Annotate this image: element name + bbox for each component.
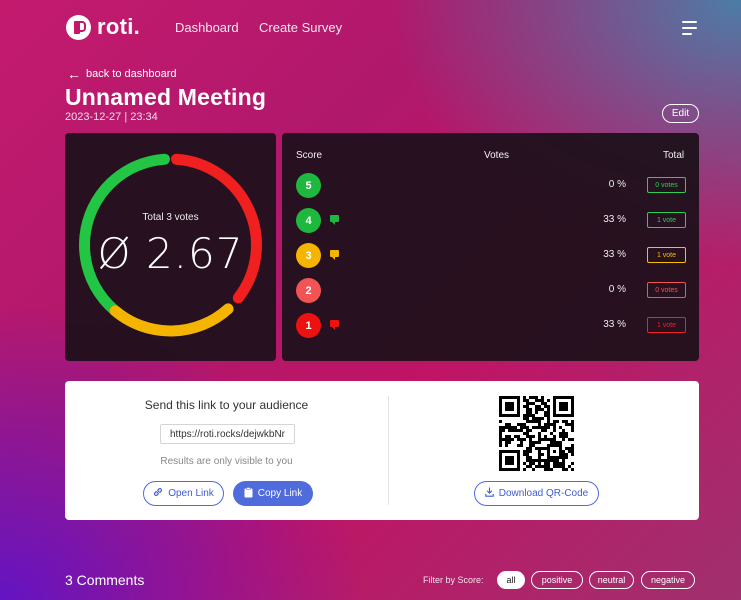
arrow-left-icon: ←: [67, 66, 81, 82]
clipboard-icon: [244, 486, 253, 501]
vote-row: 4 33 % 1 vote: [296, 208, 686, 233]
vote-row: 3 33 % 1 vote: [296, 243, 686, 268]
gauge-average: Ø 2.67: [97, 229, 244, 278]
score-circle: 5: [296, 173, 321, 198]
vote-row: 2 0 % 0 votes: [296, 278, 686, 303]
back-to-dashboard-link[interactable]: ← back to dashboard: [67, 66, 177, 82]
vote-percent: 33 %: [603, 319, 626, 330]
gauge-panel: Total 3 votes Ø 2.67: [65, 133, 276, 361]
filter-negative[interactable]: negative: [641, 571, 695, 589]
download-icon: [485, 487, 494, 500]
filter-all[interactable]: all: [497, 571, 525, 589]
open-link-button[interactable]: Open Link: [143, 481, 224, 506]
nav-create-survey[interactable]: Create Survey: [259, 20, 342, 35]
vote-percent: 0 %: [608, 284, 626, 295]
vote-count-badge: 1 vote: [647, 247, 686, 263]
open-link-label: Open Link: [168, 488, 214, 499]
vote-count-badge: 0 votes: [647, 177, 686, 193]
share-card: Send this link to your audience https://…: [65, 381, 699, 520]
gauge-neutral-arc: [109, 303, 234, 337]
header-score: Score: [296, 150, 323, 161]
copy-link-button[interactable]: Copy Link: [233, 481, 313, 506]
share-divider: [388, 396, 389, 505]
vote-row: 5 0 % 0 votes: [296, 173, 686, 198]
share-url-field[interactable]: https://roti.rocks/dejwkbNr: [160, 424, 295, 444]
vote-count-badge: 0 votes: [647, 282, 686, 298]
download-qr-button[interactable]: Download QR-Code: [474, 481, 599, 506]
roti-logo-icon: [66, 14, 91, 40]
score-circle: 4: [296, 208, 321, 233]
link-icon: [153, 487, 163, 500]
filter-neutral[interactable]: neutral: [589, 571, 634, 589]
share-note: Results are only visible to you: [160, 456, 293, 467]
header-votes: Votes: [484, 150, 510, 161]
vote-row: 1 33 % 1 vote: [296, 313, 686, 338]
vote-percent: 0 %: [608, 179, 626, 190]
filter-positive[interactable]: positive: [531, 571, 583, 589]
header-total: Total: [663, 150, 685, 161]
edit-button[interactable]: Edit: [662, 104, 699, 123]
copy-link-label: Copy Link: [257, 488, 303, 499]
nav-dashboard[interactable]: Dashboard: [175, 20, 239, 35]
filter-label: Filter by Score:: [423, 575, 484, 585]
meeting-datetime: 2023-12-27 | 23:34: [65, 111, 158, 123]
comment-icon: [330, 215, 339, 225]
menu-icon[interactable]: [682, 21, 697, 39]
vote-percent: 33 %: [603, 214, 626, 225]
gauge-total-votes: Total 3 votes: [142, 212, 199, 223]
logo-text: roti.: [97, 14, 141, 39]
score-circle: 2: [296, 278, 321, 303]
score-circle: 1: [296, 313, 321, 338]
comments-title: 3 Comments: [65, 572, 145, 588]
comment-icon: [330, 250, 339, 260]
page-title: Unnamed Meeting: [65, 84, 267, 110]
votes-panel: Score Votes Total 5 0 % 0 votes 4 33 % 1 vote…: [282, 133, 699, 361]
share-title: Send this link to your audience: [144, 398, 309, 412]
comment-icon: [330, 320, 339, 330]
vote-count-badge: 1 vote: [647, 317, 686, 333]
vote-count-badge: 1 vote: [647, 212, 686, 228]
download-label: Download QR-Code: [498, 488, 589, 499]
qr-code: [499, 396, 574, 471]
vote-percent: 33 %: [603, 249, 626, 260]
back-label: back to dashboard: [86, 68, 177, 80]
score-circle: 3: [296, 243, 321, 268]
roti-logo[interactable]: roti.: [66, 14, 140, 40]
